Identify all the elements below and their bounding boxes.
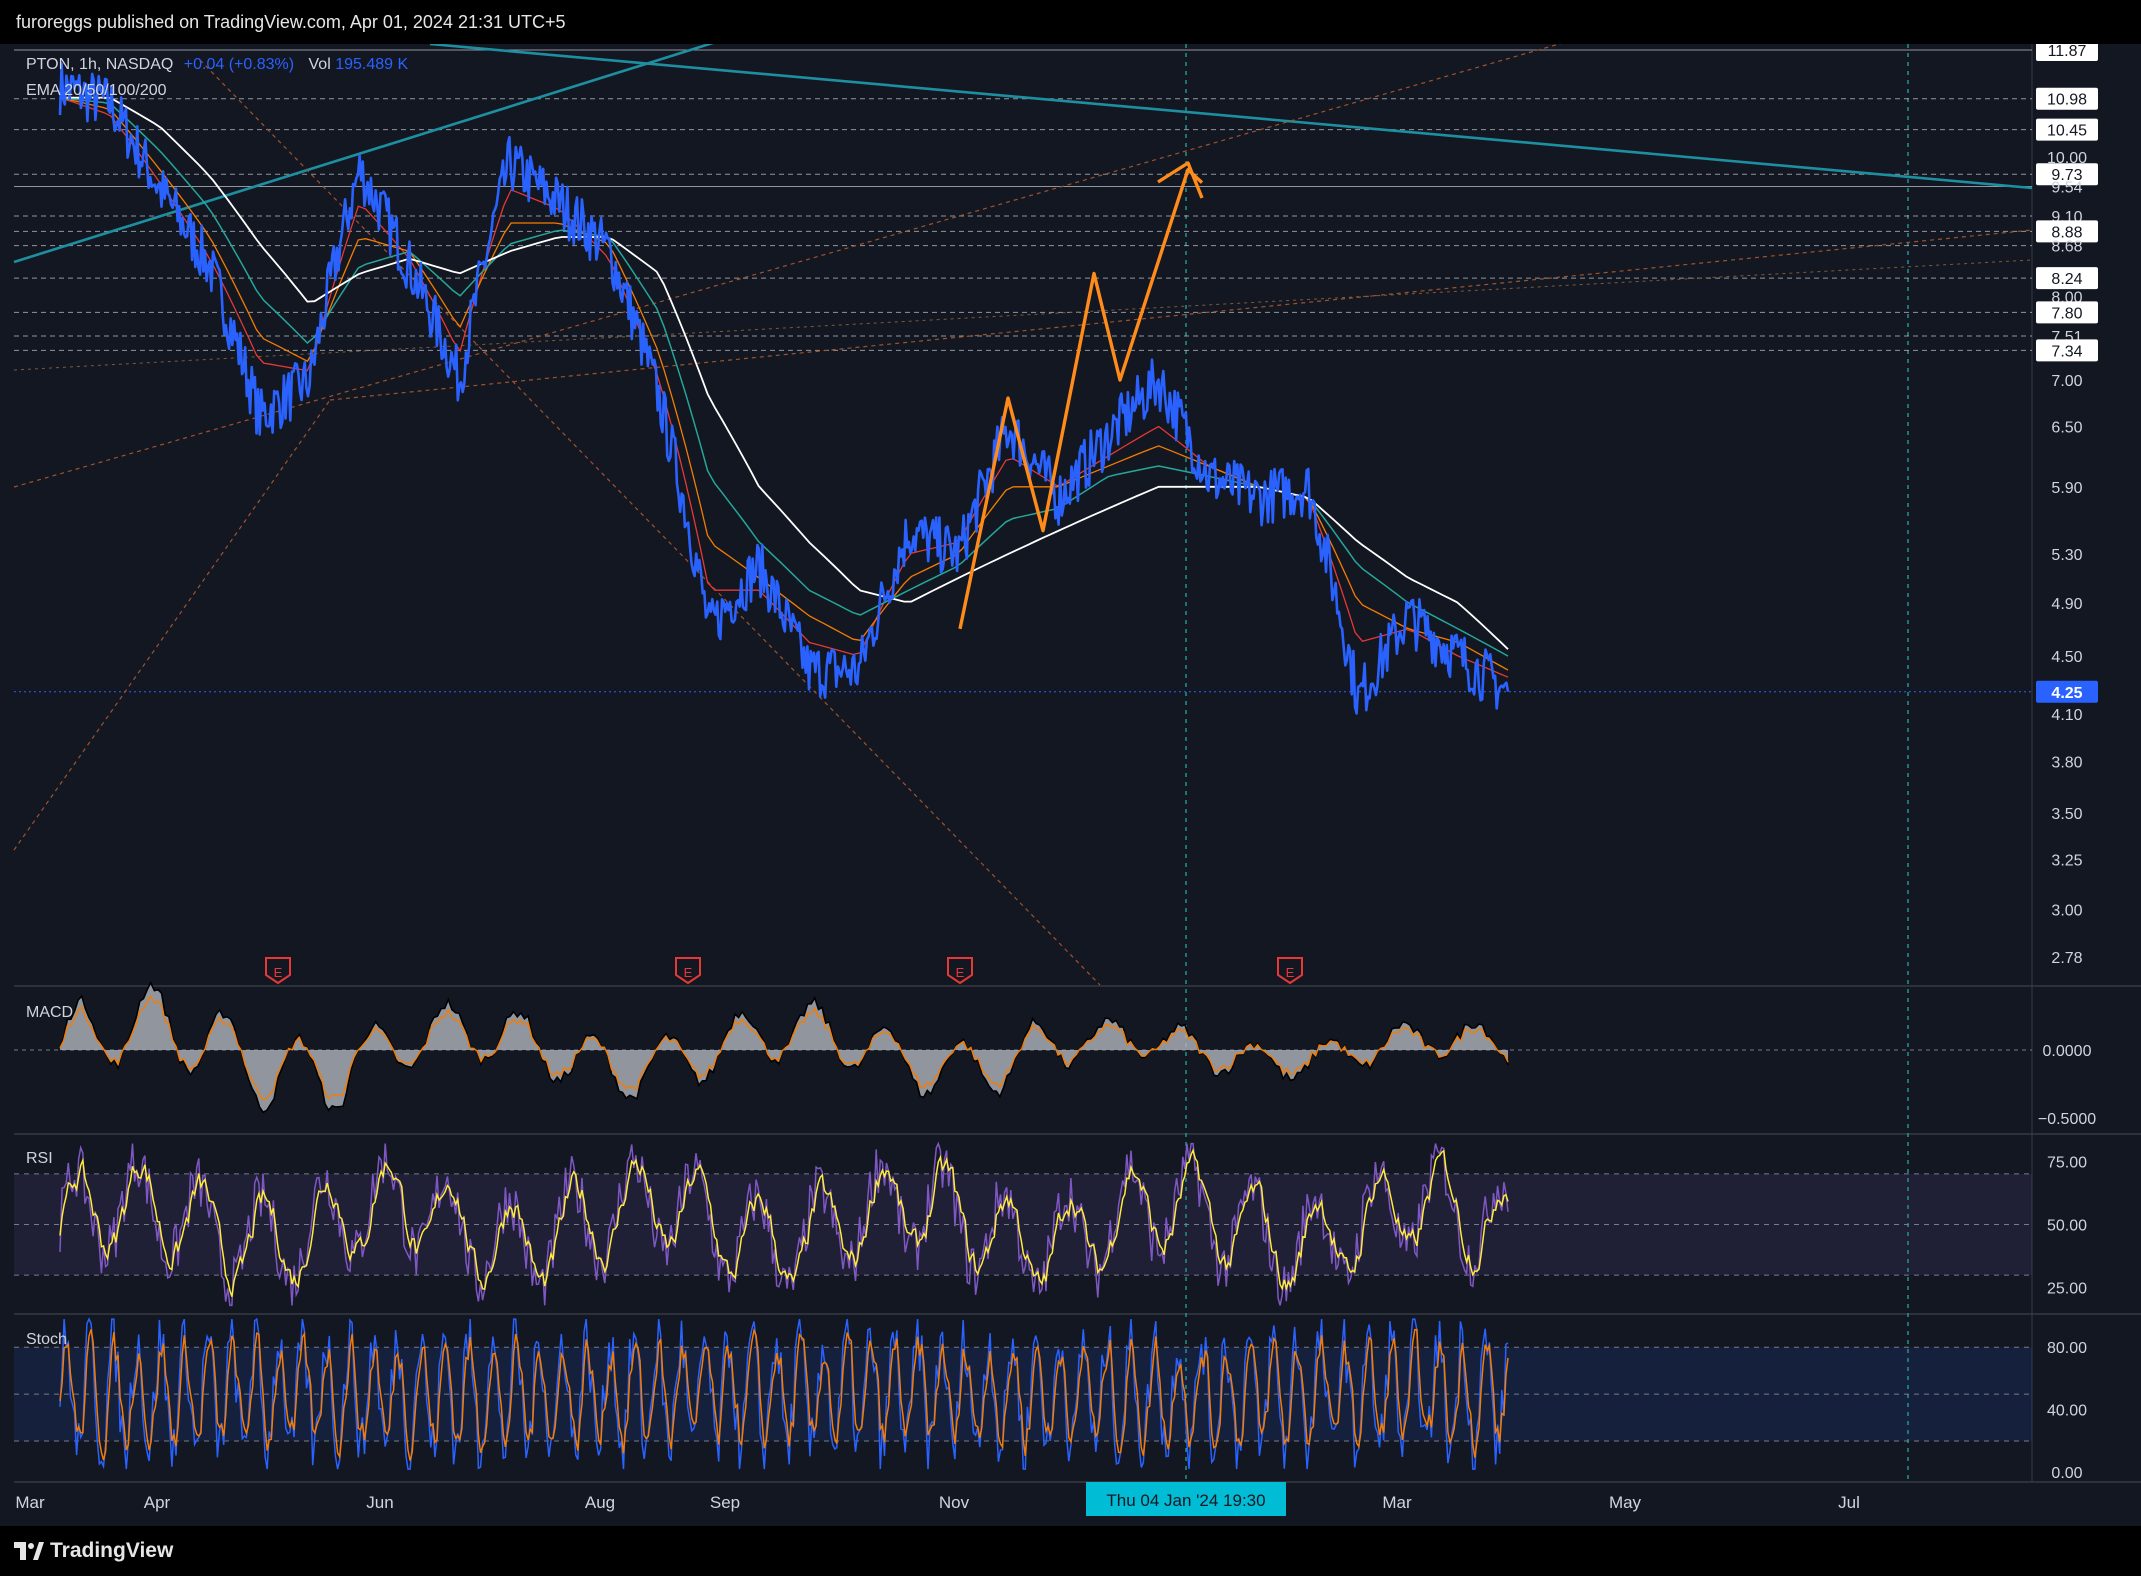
time-tick-label: Nov xyxy=(939,1493,970,1512)
time-tick-label: Sep xyxy=(710,1493,740,1512)
price-level-label: 7.80 xyxy=(2051,305,2082,322)
ema20-line xyxy=(59,96,1509,678)
earnings-label: E xyxy=(684,965,693,980)
tradingview-logo-icon xyxy=(14,1542,44,1560)
price-tick-label: 2.78 xyxy=(2051,950,2082,967)
current-price-label: 4.25 xyxy=(2051,685,2082,702)
earnings-marker: E xyxy=(1277,957,1303,985)
rsi-tick-label: 50.00 xyxy=(2047,1218,2087,1235)
fib-line xyxy=(329,229,2033,401)
legend-vol-label: Vol xyxy=(309,56,331,73)
fib-line xyxy=(13,259,2033,371)
teal-trendline-down xyxy=(429,44,2033,190)
time-tick-label: Mar xyxy=(15,1493,45,1512)
earnings-label: E xyxy=(274,965,283,980)
svg-text:PTON, 1h, NASDAQ +0.04 (+0: PTON, 1h, NASDAQ +0.04 (+0.83%) Vol 195.… xyxy=(26,56,409,73)
legend-change: +0.04 (+0.83%) xyxy=(184,56,294,73)
stoch-tick-label: 0.00 xyxy=(2051,1465,2082,1482)
price-tick-label: 8.68 xyxy=(2051,239,2082,256)
earnings-label: E xyxy=(956,965,965,980)
fib-line xyxy=(13,44,1562,488)
time-tick-label: Mar xyxy=(1382,1493,1412,1512)
time-tick-label: Aug xyxy=(585,1493,615,1512)
price-level-label: 11.87 xyxy=(2048,44,2087,60)
macd-pane[interactable] xyxy=(14,980,2032,1114)
legend-ema: EMA 20/50/100/200 xyxy=(26,82,167,99)
price-tick-label: 3.80 xyxy=(2051,755,2082,772)
macd-tick-label: −0.5000 xyxy=(2038,1111,2096,1128)
tradingview-logo[interactable]: TradingView xyxy=(14,1539,173,1563)
fib-line xyxy=(13,399,331,851)
earnings-marker: E xyxy=(265,957,291,985)
time-tick-label: Jun xyxy=(366,1493,393,1512)
publish-header: furoreggs published on TradingView.com, … xyxy=(0,0,2141,44)
macd-line xyxy=(59,980,1509,1114)
time-tick-label: Jul xyxy=(1838,1493,1860,1512)
price-tick-label: 9.54 xyxy=(2051,180,2082,197)
rsi-tick-label: 25.00 xyxy=(2047,1281,2087,1298)
macd-tick-label: 0.0000 xyxy=(2043,1043,2092,1060)
legend-symbol: PTON, 1h, NASDAQ xyxy=(26,56,173,73)
price-tick-label: 4.50 xyxy=(2051,649,2082,666)
time-tick-label: Apr xyxy=(144,1493,171,1512)
earnings-marker: E xyxy=(675,957,701,985)
trendlines xyxy=(13,44,2033,986)
price-axis[interactable]: 11.8710.9810.4510.009.739.549.108.888.68… xyxy=(2036,44,2098,1482)
chart-canvas[interactable]: EEEE 11.8710.9810.4510.009.739.549.108.8… xyxy=(0,44,2141,1526)
footer-bar: TradingView xyxy=(0,1526,2141,1576)
ema100-line xyxy=(59,96,1509,657)
time-axis[interactable]: Mar Apr Jun Aug Sep Nov Mar May Jul Thu 04 Jan '2… xyxy=(15,1482,1860,1516)
publisher-text: furoreggs published on TradingView.com, … xyxy=(16,11,566,32)
price-tick-label: 4.10 xyxy=(2051,707,2082,724)
legend-vol-value: 195.489 K xyxy=(335,56,408,73)
price-level-label: 7.34 xyxy=(2051,343,2082,360)
price-tick-label: 4.90 xyxy=(2051,596,2082,613)
stoch-tick-label: 40.00 xyxy=(2047,1403,2087,1420)
price-tick-label: 6.50 xyxy=(2051,419,2082,436)
price-pane[interactable]: EEEE xyxy=(58,62,1510,985)
stoch-title: Stoch xyxy=(26,1331,67,1348)
macd-histogram xyxy=(60,982,1508,1113)
horizontal-price-levels xyxy=(14,49,2032,693)
rsi-tick-label: 75.00 xyxy=(2047,1154,2087,1171)
price-tick-label: 5.90 xyxy=(2051,480,2082,497)
price-tick-label: 3.25 xyxy=(2051,852,2082,869)
price-tick-label: 5.30 xyxy=(2051,547,2082,564)
price-level-label: 10.98 xyxy=(2047,92,2087,109)
macd-title: MACD xyxy=(26,1004,73,1021)
ema50-line xyxy=(59,96,1509,671)
price-level-label: 8.24 xyxy=(2051,271,2082,288)
price-tick-label: 7.00 xyxy=(2051,373,2082,390)
rsi-title: RSI xyxy=(26,1150,53,1167)
brand-name: TradingView xyxy=(50,1539,174,1562)
earnings-marker: E xyxy=(947,957,973,985)
teal-trendline-up xyxy=(13,44,714,264)
price-tick-label: 3.50 xyxy=(2051,806,2082,823)
time-tick-label: May xyxy=(1609,1493,1642,1512)
stoch-tick-label: 80.00 xyxy=(2047,1340,2087,1357)
earnings-label: E xyxy=(1286,965,1295,980)
crosshair-time-label: Thu 04 Jan '24 19:30 xyxy=(1106,1491,1265,1510)
price-level-label: 10.45 xyxy=(2047,123,2087,140)
price-tick-label: 3.00 xyxy=(2051,902,2082,919)
